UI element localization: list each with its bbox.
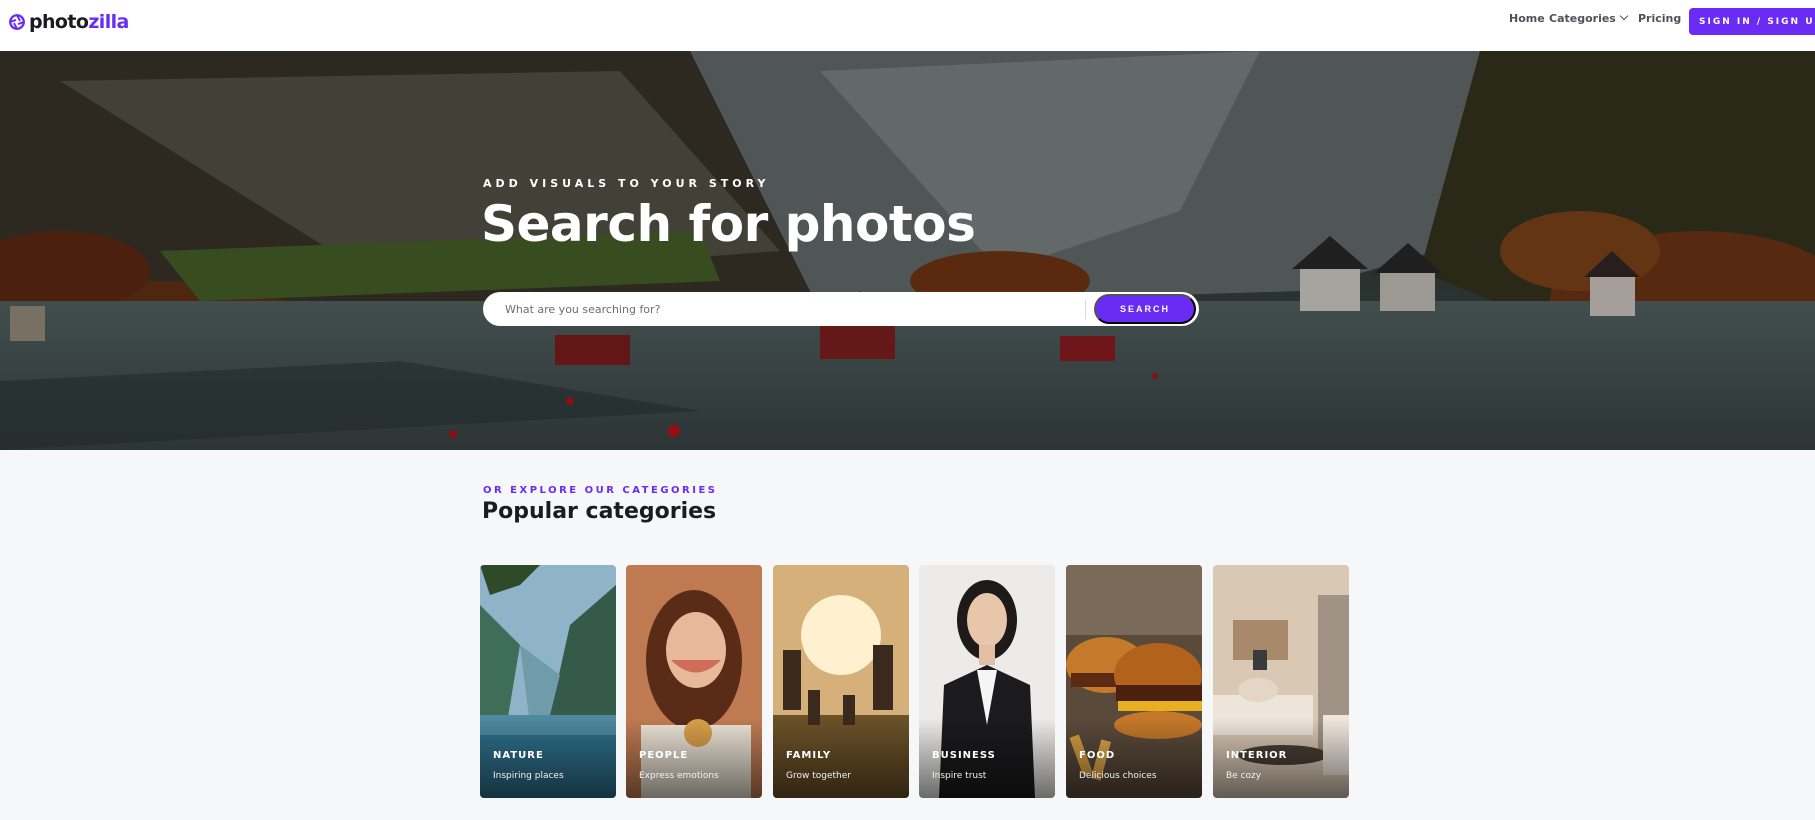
categories-title: Popular categories (482, 499, 717, 524)
top-navbar: photozilla Home Categories Pricing SIGN … (0, 0, 1815, 51)
category-name: INTERIOR (1226, 750, 1288, 761)
brand-name-part1: photo (29, 11, 89, 33)
brand-name-part2: zilla (88, 11, 129, 33)
nav-home-link[interactable]: Home (1509, 12, 1545, 28)
category-tagline: Express emotions (639, 771, 719, 781)
hero-search-form: SEARCH (483, 292, 1199, 326)
category-tagline: Be cozy (1226, 771, 1262, 781)
category-card-interior[interactable]: INTERIOR Be cozy (1213, 565, 1349, 798)
nav-pricing-link[interactable]: Pricing (1638, 12, 1681, 28)
category-card-family[interactable]: FAMILY Grow together (773, 565, 909, 798)
category-name: FAMILY (786, 750, 832, 761)
category-tagline: Delicious choices (1079, 771, 1157, 781)
aperture-icon (9, 14, 25, 30)
hero-kicker: ADD VISUALS TO YOUR STORY (483, 177, 770, 190)
nav-categories-dropdown[interactable]: Categories (1549, 11, 1629, 28)
category-card-nature[interactable]: NATURE Inspiring places (480, 565, 616, 798)
search-divider (1085, 299, 1086, 319)
search-button[interactable]: SEARCH (1094, 294, 1196, 324)
category-tagline: Inspiring places (493, 771, 564, 781)
category-name: FOOD (1079, 750, 1116, 761)
brand-logo[interactable]: photozilla (8, 11, 129, 33)
category-name: BUSINESS (932, 750, 996, 761)
signin-signup-button[interactable]: SIGN IN / SIGN UP (1689, 8, 1815, 35)
category-tagline: Grow together (786, 771, 851, 781)
nav-categories-label: Categories (1549, 12, 1616, 25)
category-name: PEOPLE (639, 750, 689, 761)
category-name: NATURE (493, 750, 544, 761)
categories-kicker: OR EXPLORE OUR CATEGORIES (483, 485, 718, 496)
hero-section: ADD VISUALS TO YOUR STORY Search for pho… (0, 51, 1815, 450)
brand-name: photozilla (29, 11, 129, 33)
chevron-down-icon (1619, 11, 1629, 21)
category-card-people[interactable]: PEOPLE Express emotions (626, 565, 762, 798)
category-card-food[interactable]: FOOD Delicious choices (1066, 565, 1202, 798)
search-input[interactable] (505, 292, 1065, 326)
category-tagline: Inspire trust (932, 771, 987, 781)
hero-title: Search for photos (481, 195, 976, 253)
category-card-business[interactable]: BUSINESS Inspire trust (919, 565, 1055, 798)
